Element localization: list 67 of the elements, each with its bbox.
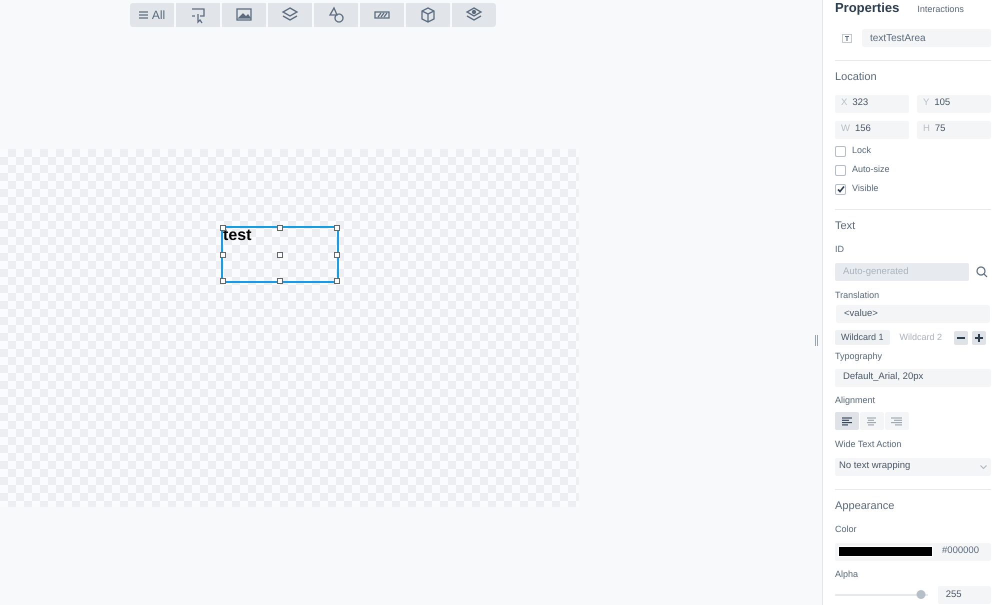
resize-handle[interactable] <box>334 252 340 258</box>
coordinate-field[interactable]: X 323 <box>835 94 909 112</box>
panel-tab[interactable]: Interactions <box>917 5 964 14</box>
field-label: Color <box>835 523 858 536</box>
section-heading: Text <box>835 218 856 234</box>
plus-icon <box>975 334 984 342</box>
shapes-icon <box>327 6 345 24</box>
minus-button[interactable] <box>954 330 968 344</box>
typography-field[interactable]: Default_Arial, 20px <box>835 368 991 386</box>
coordinate-field[interactable]: Y 105 <box>917 94 991 112</box>
shapes-tool-button[interactable] <box>314 3 358 27</box>
all-button[interactable]: All <box>130 3 174 27</box>
translation-field[interactable]: <value> <box>836 305 990 323</box>
field-label: Wide Text Action <box>835 438 902 451</box>
align-right-icon <box>891 416 903 426</box>
slider-thumb[interactable] <box>916 590 926 599</box>
chevron-down-icon <box>980 464 987 468</box>
wrap-dropdown[interactable]: No text wrapping <box>835 458 991 476</box>
panel-tab[interactable]: Properties <box>835 1 900 14</box>
image-tool-button[interactable] <box>222 3 266 27</box>
text-type-icon <box>842 34 852 42</box>
canvas-text: test <box>223 226 252 246</box>
cube-tool-button[interactable] <box>406 3 450 27</box>
slider-tool-button[interactable] <box>360 3 404 27</box>
checkbox[interactable] <box>835 184 846 194</box>
plus-button[interactable] <box>972 330 986 344</box>
text-object-frame[interactable]: test <box>221 226 339 283</box>
canvas-area[interactable]: test <box>0 149 579 507</box>
menu-icon <box>138 11 148 19</box>
resize-handle[interactable] <box>277 278 283 284</box>
align-left-button[interactable] <box>835 412 859 430</box>
align-left-icon <box>841 416 853 426</box>
layers-tool-button[interactable] <box>268 3 312 27</box>
wildcard-tab[interactable]: Wildcard 1 <box>835 330 890 345</box>
align-center-icon <box>866 416 878 426</box>
object-name-field[interactable]: textTestArea <box>862 29 991 47</box>
minus-icon <box>957 336 966 338</box>
splitter-handle-icon[interactable] <box>815 335 818 346</box>
resize-handle[interactable] <box>334 225 340 231</box>
resize-handle[interactable] <box>277 252 283 258</box>
field-label: Typography <box>835 350 884 363</box>
resize-handle[interactable] <box>220 252 226 258</box>
section-heading: Location <box>835 70 878 85</box>
field-label: Alpha <box>835 568 860 581</box>
layer-stack-tool-button[interactable] <box>452 3 496 27</box>
touch-icon <box>189 6 207 24</box>
checkbox[interactable] <box>835 164 846 176</box>
field-label: Alignment <box>835 394 876 407</box>
color-hex-text: #000000 <box>942 544 979 558</box>
checkbox-label: Lock <box>852 144 872 158</box>
resize-handle[interactable] <box>334 278 340 284</box>
resize-handle[interactable] <box>277 225 283 231</box>
coordinate-field[interactable]: H 75 <box>917 120 991 138</box>
resize-handle[interactable] <box>220 225 226 231</box>
touch-tool-button[interactable] <box>176 3 220 27</box>
section-heading: Appearance <box>835 498 896 514</box>
alpha-value-field[interactable]: 255 <box>938 586 991 604</box>
checkbox-label: Visible <box>852 182 878 196</box>
checkbox-label: Auto-size <box>852 163 890 176</box>
field-label: ID <box>835 243 845 256</box>
field-label: Translation <box>835 288 880 302</box>
checkbox[interactable] <box>835 146 846 156</box>
resize-handle[interactable] <box>220 278 226 284</box>
coordinate-field[interactable]: W 156 <box>835 120 909 138</box>
cube-icon <box>419 6 437 24</box>
color-swatch[interactable] <box>838 546 933 557</box>
id-input-field[interactable]: Auto-generated <box>835 262 969 280</box>
